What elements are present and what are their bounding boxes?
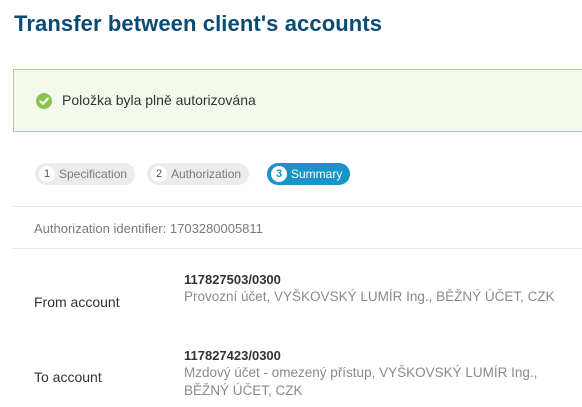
page-title: Transfer between client's accounts [14,11,383,36]
success-alert: Položka byla plně autorizována [13,69,582,132]
step-authorization[interactable]: 2 Authorization [147,163,250,185]
step-summary[interactable]: 3 Summary [267,163,351,185]
title-bar: Transfer between client's accounts [0,0,582,50]
from-account-number: 117827503/0300 [184,272,281,287]
authorization-value: 1703280005811 [169,221,263,236]
authorization-identifier: Authorization identifier: 1703280005811 [34,221,263,236]
to-account-description: Mzdový účet - omezený přístup, VYŠKOVSKÝ… [184,365,538,398]
step-specification[interactable]: 1 Specification [35,163,136,185]
divider [13,206,582,207]
to-account-label: To account [34,369,102,385]
authorization-label: Authorization identifier: [34,221,167,236]
from-account-label: From account [34,294,120,310]
from-account-description: Provozní účet, VYŠKOVSKÝ LUMÍR Ing., BĚŽ… [184,289,555,304]
divider [13,248,582,249]
step-label: Specification [59,167,128,181]
to-account-number: 117827423/0300 [184,348,281,363]
step-label: Authorization [171,167,242,181]
step-number: 2 [151,166,167,182]
step-number: 1 [39,166,55,182]
step-label: Summary [291,167,343,181]
step-number: 3 [271,166,287,182]
summary-panel: 1 Specification 2 Authorization 3 Summary A… [13,143,582,407]
alert-message: Položka byla plně autorizována [62,92,256,108]
check-circle-icon [36,93,52,109]
